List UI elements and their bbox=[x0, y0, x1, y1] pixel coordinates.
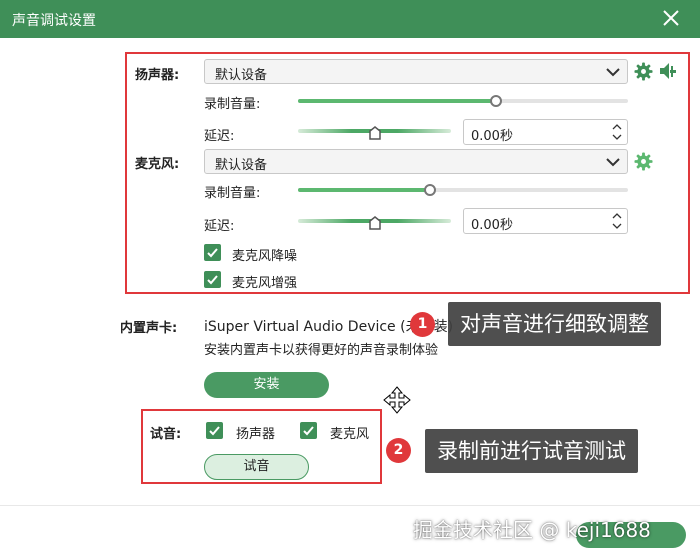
soundcard-hint: 安装内置声卡以获得更好的声音录制体验 bbox=[204, 343, 439, 358]
mic-volume-slider[interactable] bbox=[298, 188, 628, 192]
speaker-volume-knob[interactable] bbox=[490, 95, 502, 107]
annotation-badge-2: 2 bbox=[386, 438, 411, 463]
annotation-tooltip-1: 对声音进行细致调整 bbox=[448, 302, 661, 346]
noise-reduction-label: 麦克风降噪 bbox=[232, 249, 298, 264]
soundcard-label: 内置声卡: bbox=[120, 321, 178, 336]
mic-volume-knob[interactable] bbox=[424, 184, 436, 196]
chevron-down-icon bbox=[606, 158, 620, 167]
mic-delay-label: 延迟: bbox=[204, 219, 235, 234]
test-mic-checkbox[interactable] bbox=[300, 422, 317, 439]
window-title: 声音调试设置 bbox=[12, 13, 96, 29]
mic-device-select[interactable]: 默认设备 bbox=[204, 149, 628, 174]
mic-delay-stepper[interactable]: 0.00秒 bbox=[463, 208, 628, 234]
stepper-arrows-icon[interactable] bbox=[611, 210, 623, 232]
speaker-device-value: 默认设备 bbox=[215, 68, 268, 83]
checkmark-icon bbox=[303, 426, 314, 436]
test-speaker-checkbox[interactable] bbox=[206, 422, 223, 439]
speaker-volume-icon[interactable] bbox=[658, 61, 678, 81]
mic-delay-value: 0.00秒 bbox=[471, 218, 513, 233]
annotation-badge-1: 1 bbox=[410, 312, 435, 337]
noise-reduction-checkbox[interactable] bbox=[204, 244, 221, 261]
mic-volume-fill bbox=[298, 188, 430, 192]
mic-volume-label: 录制音量: bbox=[204, 186, 261, 201]
checkmark-icon bbox=[207, 248, 218, 258]
speaker-volume-label: 录制音量: bbox=[204, 97, 261, 112]
mic-device-value: 默认设备 bbox=[215, 158, 268, 173]
mic-label: 麦克风: bbox=[135, 157, 180, 172]
mic-enhance-checkbox[interactable] bbox=[204, 271, 221, 288]
speaker-delay-handle[interactable] bbox=[369, 126, 381, 140]
speaker-label: 扬声器: bbox=[135, 68, 180, 83]
audio-test-label: 试音: bbox=[150, 427, 182, 442]
install-button[interactable]: 安装 bbox=[204, 372, 329, 398]
mic-enhance-label: 麦克风增强 bbox=[232, 276, 298, 291]
watermark: 掘金技术社区 @ keji1688 bbox=[413, 518, 651, 542]
checkmark-icon bbox=[209, 426, 220, 436]
title-bar: 声音调试设置 bbox=[0, 0, 700, 38]
mic-settings-gear-icon[interactable] bbox=[634, 152, 653, 171]
footer-divider bbox=[0, 505, 700, 506]
chevron-down-icon bbox=[606, 68, 620, 77]
test-speaker-label: 扬声器 bbox=[236, 427, 276, 442]
speaker-delay-value: 0.00秒 bbox=[471, 129, 513, 144]
speaker-settings-gear-icon[interactable] bbox=[634, 62, 653, 81]
move-cursor-icon bbox=[383, 386, 411, 414]
speaker-volume-fill bbox=[298, 99, 496, 103]
mic-delay-handle[interactable] bbox=[369, 216, 381, 230]
annotation-tooltip-2: 录制前进行试音测试 bbox=[425, 429, 638, 473]
speaker-volume-slider[interactable] bbox=[298, 99, 628, 103]
test-mic-label: 麦克风 bbox=[330, 427, 370, 442]
checkmark-icon bbox=[207, 275, 218, 285]
close-icon[interactable] bbox=[660, 7, 682, 29]
speaker-delay-stepper[interactable]: 0.00秒 bbox=[463, 119, 628, 145]
stepper-arrows-icon[interactable] bbox=[611, 121, 623, 143]
audio-test-button[interactable]: 试音 bbox=[204, 454, 309, 480]
speaker-delay-label: 延迟: bbox=[204, 129, 235, 144]
speaker-device-select[interactable]: 默认设备 bbox=[204, 59, 628, 84]
